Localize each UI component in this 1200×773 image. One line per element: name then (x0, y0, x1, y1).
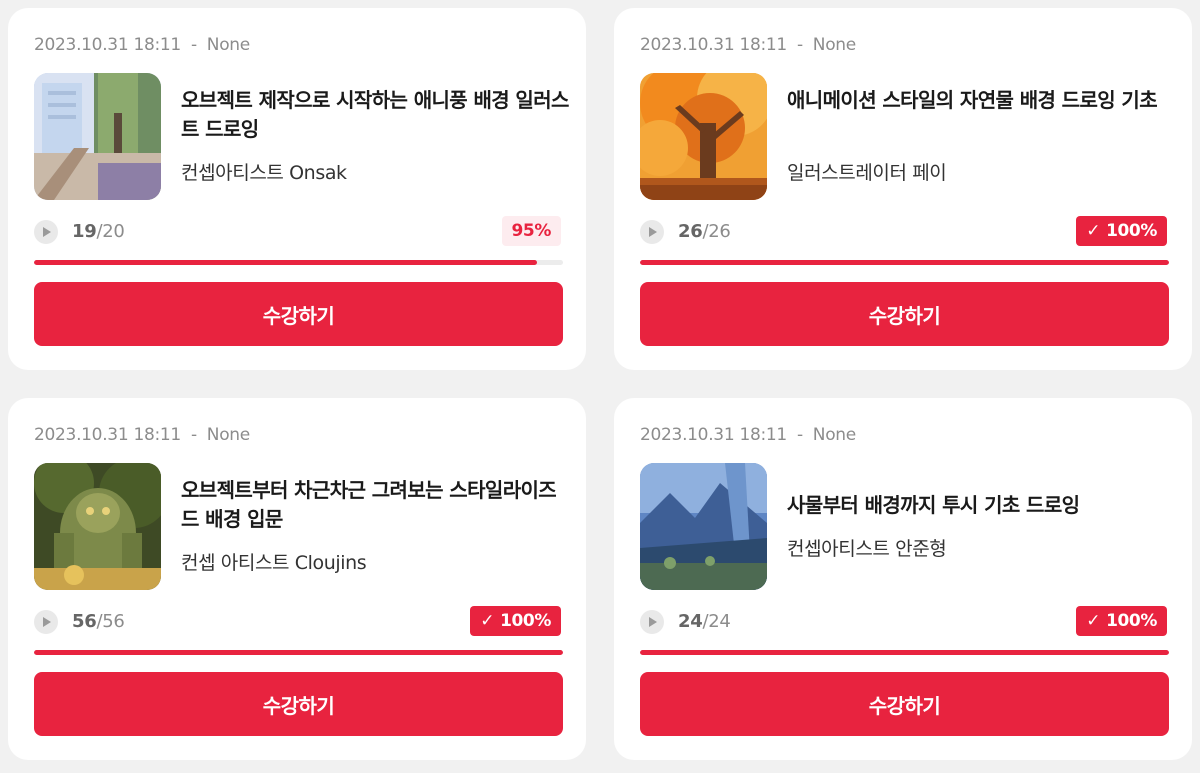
stone-golem-thumbnail[interactable] (34, 463, 161, 590)
course-author: 컨셉아티스트 안준형 (787, 538, 947, 560)
progress-badge: ✓ 100% (1076, 216, 1167, 246)
blue-mountain-thumbnail[interactable] (640, 463, 767, 590)
course-title[interactable]: 사물부터 배경까지 투시 기초 드로잉 (787, 491, 1177, 520)
course-title[interactable]: 오브젝트부터 차근차근 그려보는 스타일라이즈드 배경 입문 (181, 476, 571, 534)
progress-badge: ✓ 100% (470, 606, 561, 636)
progress-fill (34, 260, 537, 265)
progress-fill (34, 650, 563, 655)
course-grid: 2023.10.31 18:11- None 오브젝트 제작으로 시작하는 애니풍… (0, 0, 1200, 773)
progress-fill (640, 650, 1169, 655)
lesson-count: 24/24 (678, 610, 731, 634)
progress-bar (34, 260, 563, 265)
course-card: 2023.10.31 18:11- None 오브젝트부터 차근차근 그려보는 스… (8, 398, 586, 760)
course-date: 2023.10.31 18:11 (640, 35, 787, 55)
lesson-count: 56/56 (72, 610, 125, 634)
progress-badge: ✓ 100% (1076, 606, 1167, 636)
play-icon (640, 220, 664, 244)
progress-bar (640, 650, 1169, 655)
lessons-total: /26 (702, 221, 731, 242)
lessons-done: 24 (678, 611, 703, 632)
course-status: None (206, 35, 250, 55)
lesson-count: 26/26 (678, 220, 731, 244)
course-card: 2023.10.31 18:11- None 오브젝트 제작으로 시작하는 애니풍… (8, 8, 586, 370)
progress-percent: 95% (511, 221, 552, 241)
meta-separator: - (190, 35, 197, 55)
course-author: 컨셉 아티스트 Cloujins (181, 552, 367, 574)
course-meta: 2023.10.31 18:11- None (34, 35, 250, 55)
course-status: None (812, 35, 856, 55)
course-meta: 2023.10.31 18:11- None (34, 425, 250, 445)
course-card: 2023.10.31 18:11- None 애니메이션 스타일의 자연물 배경 … (614, 8, 1192, 370)
lessons-total: /20 (96, 221, 125, 242)
play-icon (34, 610, 58, 634)
course-author: 일러스트레이터 페이 (787, 162, 947, 184)
autumn-tree-thumbnail[interactable] (640, 73, 767, 200)
course-meta: 2023.10.31 18:11- None (640, 425, 856, 445)
course-author: 컨셉아티스트 Onsak (181, 162, 347, 184)
play-icon (34, 220, 58, 244)
lessons-done: 26 (678, 221, 703, 242)
enroll-button[interactable]: 수강하기 (34, 672, 563, 736)
enroll-button[interactable]: 수강하기 (34, 282, 563, 346)
lessons-done: 19 (72, 221, 97, 242)
anime-street-thumbnail[interactable] (34, 73, 161, 200)
lessons-done: 56 (72, 611, 97, 632)
course-status: None (812, 425, 856, 445)
progress-bar (640, 260, 1169, 265)
course-date: 2023.10.31 18:11 (640, 425, 787, 445)
progress-percent: 100% (1106, 611, 1157, 631)
lesson-count: 19/20 (72, 220, 125, 244)
progress-bar (34, 650, 563, 655)
play-icon (640, 610, 664, 634)
progress-fill (640, 260, 1169, 265)
course-title[interactable]: 오브젝트 제작으로 시작하는 애니풍 배경 일러스트 드로잉 (181, 86, 571, 144)
lessons-total: /24 (702, 611, 731, 632)
progress-percent: 100% (1106, 221, 1157, 241)
meta-separator: - (190, 425, 197, 445)
course-date: 2023.10.31 18:11 (34, 35, 181, 55)
enroll-button[interactable]: 수강하기 (640, 672, 1169, 736)
check-icon: ✓ (1086, 611, 1101, 631)
course-meta: 2023.10.31 18:11- None (640, 35, 856, 55)
meta-separator: - (796, 35, 803, 55)
course-title[interactable]: 애니메이션 스타일의 자연물 배경 드로잉 기초 (787, 86, 1177, 115)
lessons-total: /56 (96, 611, 125, 632)
meta-separator: - (796, 425, 803, 445)
progress-percent: 100% (500, 611, 551, 631)
check-icon: ✓ (1086, 221, 1101, 241)
enroll-button[interactable]: 수강하기 (640, 282, 1169, 346)
course-date: 2023.10.31 18:11 (34, 425, 181, 445)
course-status: None (206, 425, 250, 445)
course-card: 2023.10.31 18:11- None 사물부터 배경까지 투시 기초 드로… (614, 398, 1192, 760)
check-icon: ✓ (480, 611, 495, 631)
progress-badge: 95% (501, 216, 561, 246)
